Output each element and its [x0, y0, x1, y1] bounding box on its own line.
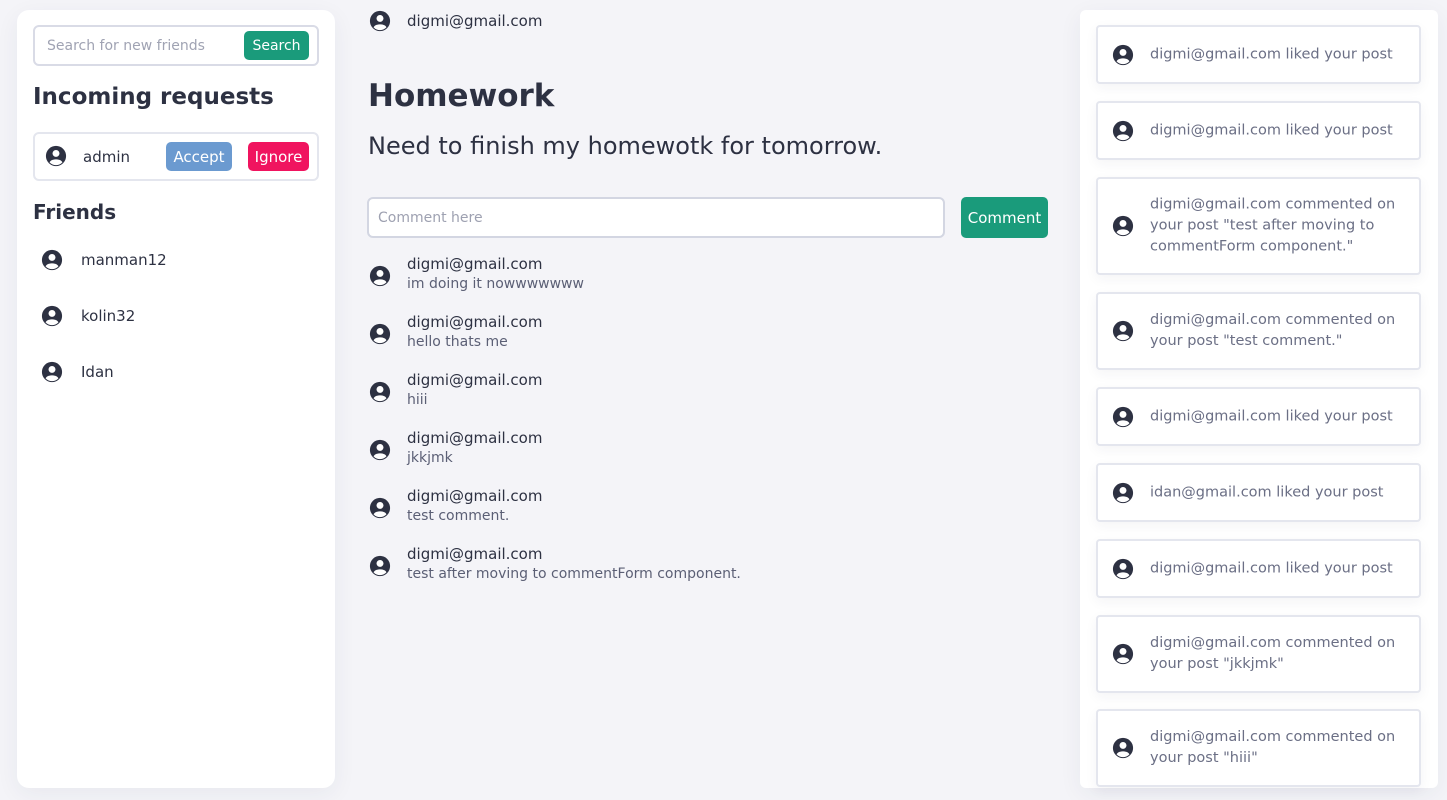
comment-text: test comment.	[407, 508, 510, 524]
post-author-name: digmi@gmail.com	[407, 12, 543, 30]
user-avatar-icon	[369, 381, 391, 403]
user-avatar-icon	[1112, 215, 1134, 237]
notifications-panel: digmi@gmail.com liked your post digmi@gm…	[1080, 10, 1438, 788]
user-avatar-icon	[369, 265, 391, 287]
notification-text: digmi@gmail.com liked your post	[1150, 408, 1393, 424]
comment-text: im doing it nowwwwwww	[407, 276, 584, 292]
comment-text: jkkjmk	[407, 450, 453, 466]
comment-item: digmi@gmail.com test comment.	[369, 486, 1049, 544]
friend-name: manman12	[81, 251, 167, 269]
post-title: Homework	[368, 78, 555, 114]
comment-item: digmi@gmail.com im doing it nowwwwwww	[369, 254, 1049, 312]
user-avatar-icon	[45, 145, 67, 167]
friend-search-box: Search	[33, 25, 319, 66]
user-avatar-icon	[1112, 120, 1134, 141]
friend-name: Idan	[81, 363, 114, 381]
user-avatar-icon	[369, 10, 391, 32]
user-avatar-icon	[1112, 320, 1134, 342]
user-avatar-icon	[1112, 406, 1134, 427]
friend-search-input[interactable]	[47, 36, 237, 56]
sidebar: Search Incoming requests admin Accept Ig…	[17, 10, 335, 788]
notification-item[interactable]: digmi@gmail.com commented on your post "…	[1096, 177, 1421, 275]
comment-text: hiii	[407, 392, 428, 408]
comment-author: digmi@gmail.com	[407, 255, 543, 273]
notification-item[interactable]: digmi@gmail.com liked your post	[1096, 539, 1421, 598]
comment-list: digmi@gmail.com im doing it nowwwwwww di…	[369, 254, 1049, 602]
notification-item[interactable]: digmi@gmail.com liked your post	[1096, 101, 1421, 160]
notification-item[interactable]: digmi@gmail.com liked your post	[1096, 387, 1421, 446]
comment-item: digmi@gmail.com hiii	[369, 370, 1049, 428]
ignore-request-button[interactable]: Ignore	[248, 142, 309, 171]
notification-text: digmi@gmail.com liked your post	[1150, 46, 1393, 62]
comment-item: digmi@gmail.com test after moving to com…	[369, 544, 1049, 602]
notification-text: digmi@gmail.com commented on your post "…	[1150, 729, 1396, 766]
comment-text: hello thats me	[407, 334, 508, 350]
request-sender-name: admin	[83, 148, 130, 166]
notification-item[interactable]: digmi@gmail.com commented on your post "…	[1096, 709, 1421, 787]
notification-text: digmi@gmail.com commented on your post "…	[1150, 312, 1396, 349]
friend-request-card: admin Accept Ignore	[33, 132, 319, 181]
user-avatar-icon	[1112, 44, 1134, 65]
user-avatar-icon	[1112, 482, 1134, 503]
notification-text: digmi@gmail.com commented on your post "…	[1150, 635, 1396, 672]
comment-author: digmi@gmail.com	[407, 487, 543, 505]
notification-item[interactable]: digmi@gmail.com liked your post	[1096, 25, 1421, 84]
friend-name: kolin32	[81, 307, 136, 325]
friends-title: Friends	[33, 200, 117, 224]
comment-author: digmi@gmail.com	[407, 313, 543, 331]
comment-button[interactable]: Comment	[961, 197, 1048, 238]
comment-author: digmi@gmail.com	[407, 371, 543, 389]
user-avatar-icon	[369, 323, 391, 345]
user-avatar-icon	[369, 555, 391, 577]
user-avatar-icon	[1112, 558, 1134, 579]
user-avatar-icon	[41, 249, 63, 271]
notification-item[interactable]: digmi@gmail.com commented on your post "…	[1096, 292, 1421, 370]
comment-form	[367, 197, 945, 238]
user-avatar-icon	[369, 439, 391, 461]
accept-request-button[interactable]: Accept	[166, 142, 232, 171]
comment-item: digmi@gmail.com jkkjmk	[369, 428, 1049, 486]
notification-item[interactable]: idan@gmail.com liked your post	[1096, 463, 1421, 522]
user-avatar-icon	[41, 305, 63, 327]
app: Search Incoming requests admin Accept Ig…	[0, 0, 1447, 800]
comment-input[interactable]	[378, 208, 928, 228]
user-avatar-icon	[1112, 643, 1134, 665]
comment-text: test after moving to commentForm compone…	[407, 566, 741, 582]
notification-text: idan@gmail.com liked your post	[1150, 484, 1384, 500]
user-avatar-icon	[369, 497, 391, 519]
user-avatar-icon	[41, 361, 63, 383]
comment-item: digmi@gmail.com hello thats me	[369, 312, 1049, 370]
notification-text: digmi@gmail.com liked your post	[1150, 560, 1393, 576]
notification-text: digmi@gmail.com commented on your post "…	[1150, 196, 1396, 255]
search-button[interactable]: Search	[244, 31, 309, 60]
user-avatar-icon	[1112, 737, 1134, 759]
notification-item[interactable]: digmi@gmail.com commented on your post "…	[1096, 615, 1421, 693]
notification-text: digmi@gmail.com liked your post	[1150, 122, 1393, 138]
incoming-requests-title: Incoming requests	[33, 84, 274, 110]
comment-author: digmi@gmail.com	[407, 545, 543, 563]
post-body: Need to finish my homewotk for tomorrow.	[368, 132, 883, 160]
comment-author: digmi@gmail.com	[407, 429, 543, 447]
